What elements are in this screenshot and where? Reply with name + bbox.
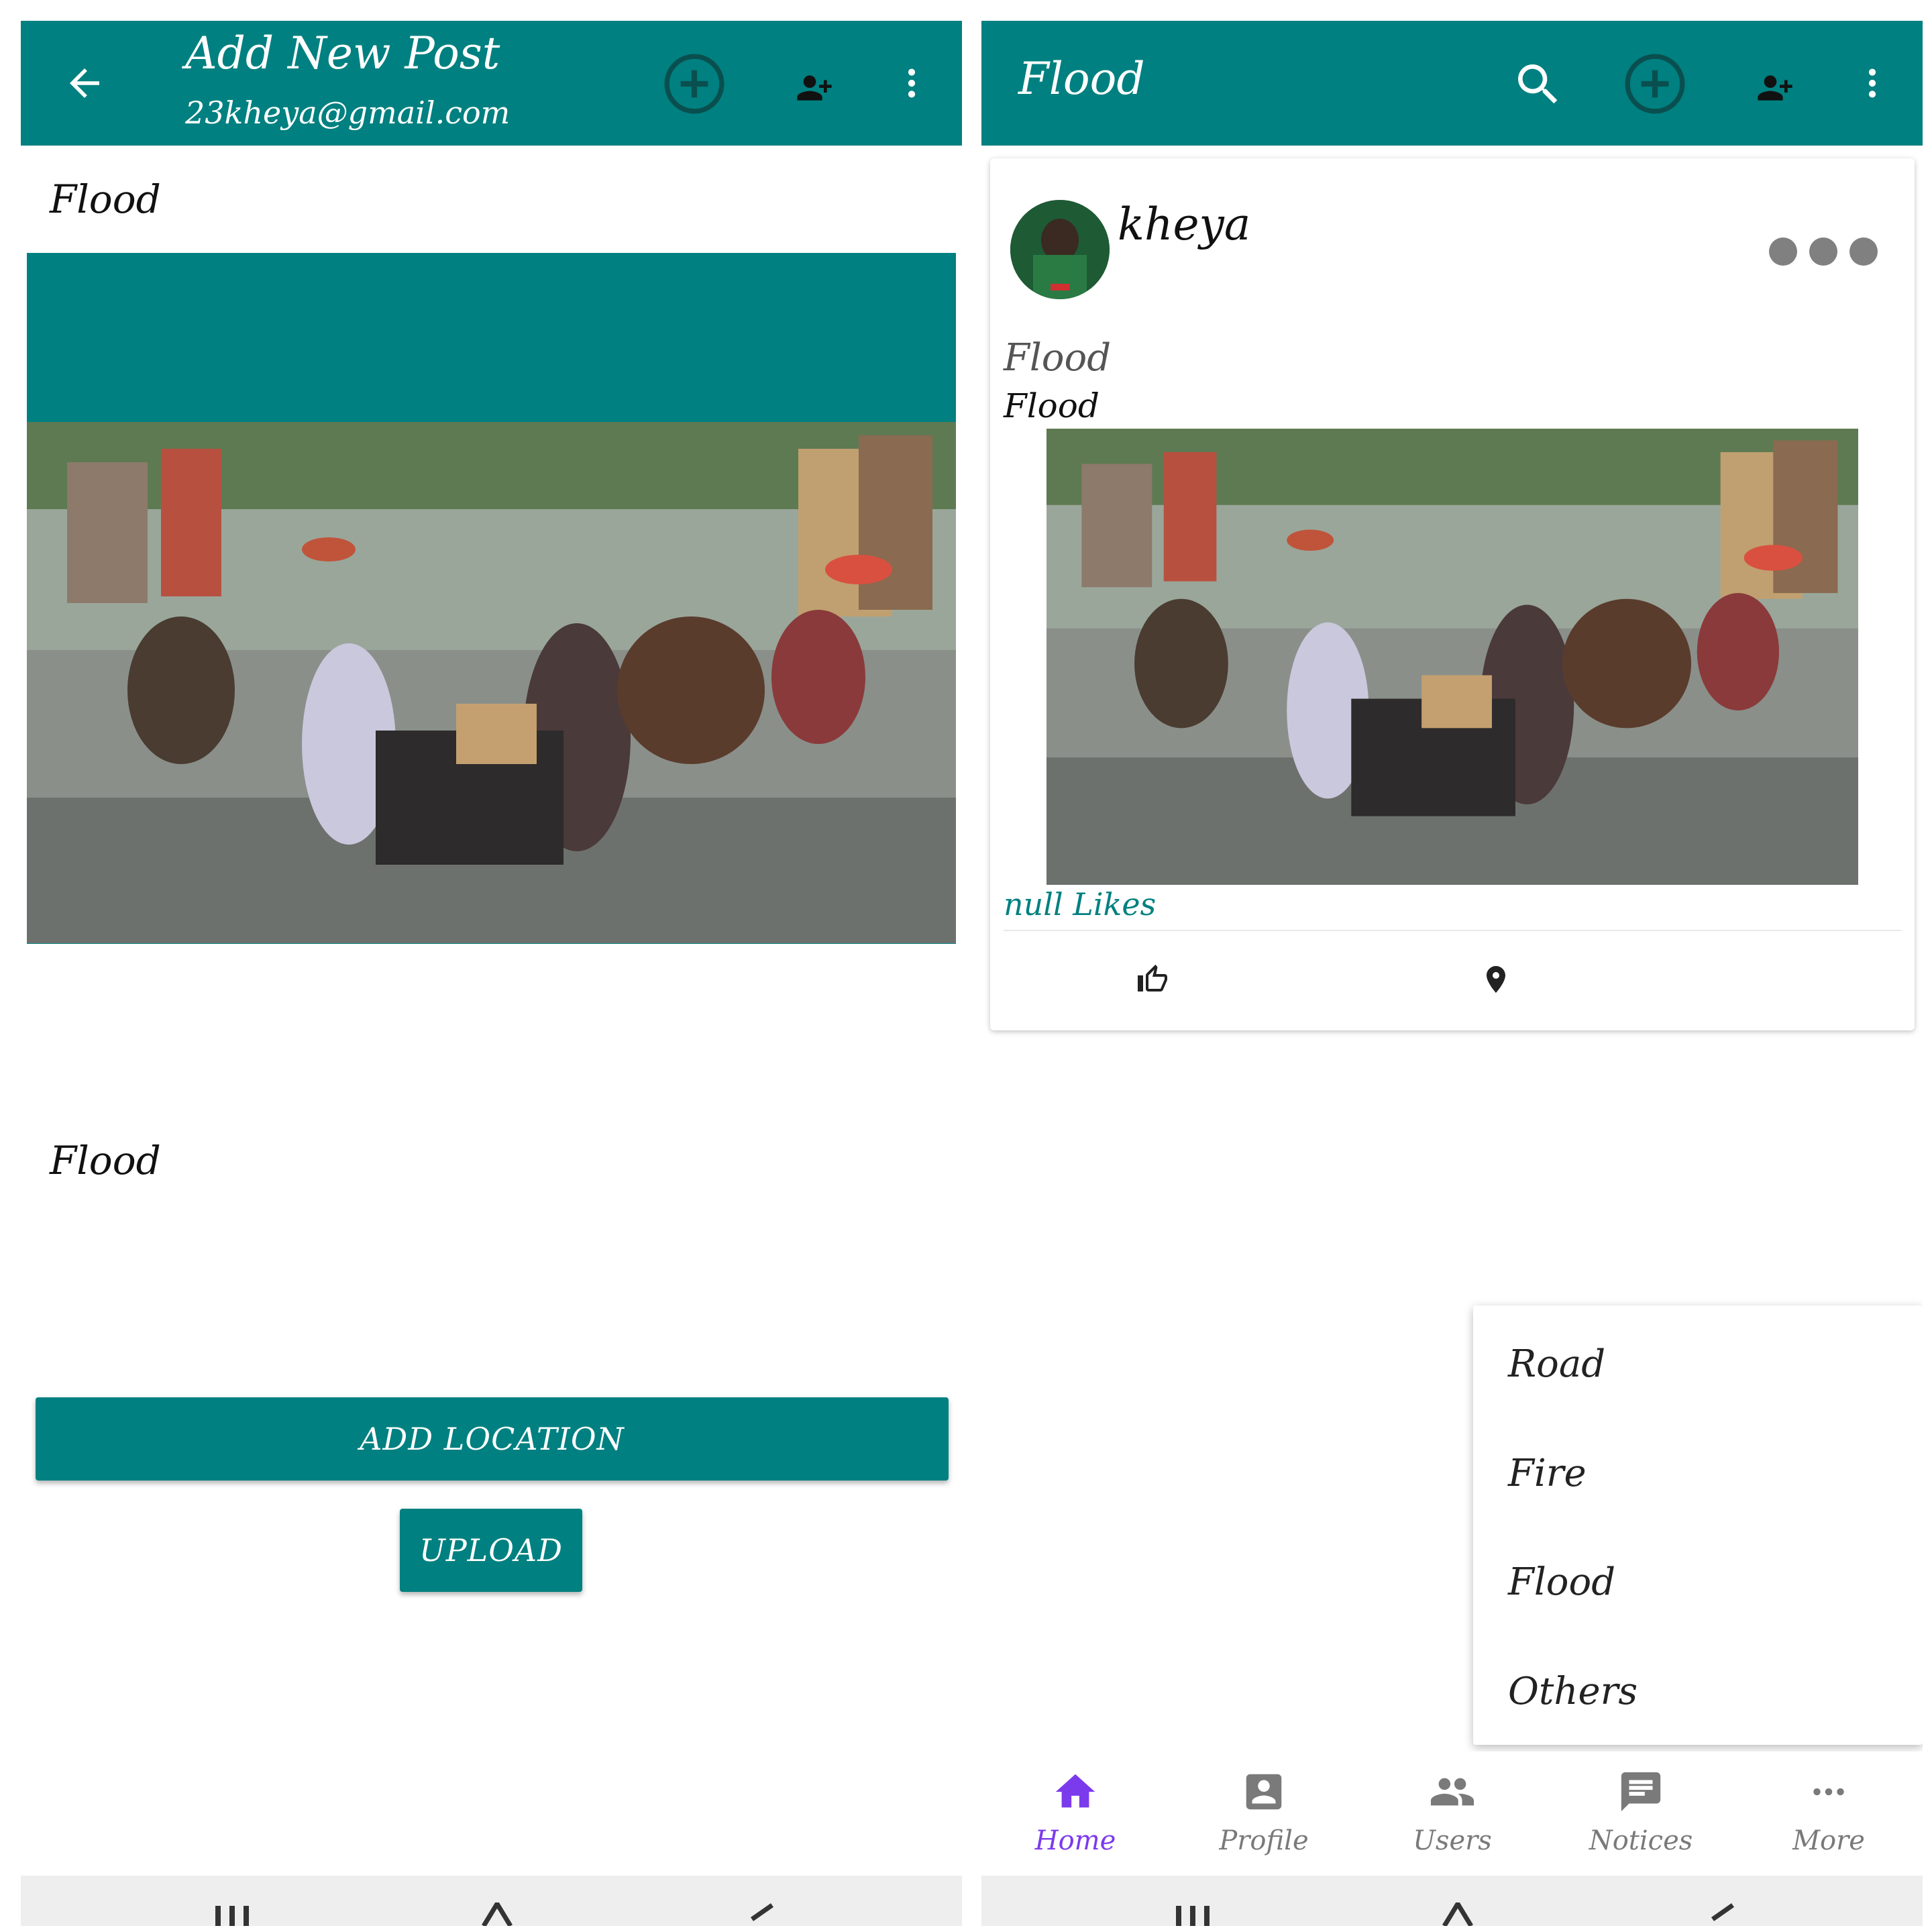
home-system-icon[interactable] xyxy=(480,1902,514,1926)
post-options-icon[interactable] xyxy=(1769,237,1878,266)
system-navigation-bar xyxy=(21,1876,962,1926)
post-username[interactable]: kheya xyxy=(1118,199,1250,250)
person-add-icon[interactable] xyxy=(796,69,833,107)
system-navigation-bar xyxy=(981,1876,1923,1926)
home-icon xyxy=(1055,1774,1095,1808)
nav-profile-label: Profile xyxy=(1219,1825,1309,1856)
nav-notices[interactable]: Notices xyxy=(1547,1752,1735,1876)
post-description: Flood xyxy=(1004,386,1099,425)
nav-more-label: More xyxy=(1792,1825,1865,1856)
back-system-icon[interactable] xyxy=(1706,1902,1739,1926)
likes-count: null Likes xyxy=(1004,886,1157,922)
post-card: kheya Flood Flood null Likes xyxy=(990,158,1915,1030)
nav-notices-label: Notices xyxy=(1589,1825,1693,1856)
like-icon[interactable] xyxy=(1136,963,1169,996)
more-vert-icon[interactable] xyxy=(893,64,930,102)
add-circle-icon[interactable] xyxy=(661,51,727,117)
bottom-navigation: Home Profile Users Notices More xyxy=(981,1752,1923,1876)
person-add-icon[interactable] xyxy=(1756,69,1794,107)
nav-more[interactable]: More xyxy=(1735,1752,1923,1876)
nav-home-label: Home xyxy=(1034,1825,1116,1856)
post-title: Flood xyxy=(1004,336,1112,380)
arrow-back-icon[interactable] xyxy=(62,61,107,105)
app-bar: Add New Post 23kheya@gmail.com xyxy=(21,21,962,146)
recent-apps-icon[interactable] xyxy=(212,1902,252,1926)
more-horiz-icon xyxy=(1813,1788,1844,1796)
nav-home[interactable]: Home xyxy=(981,1752,1169,1876)
page-title: Add New Post xyxy=(185,28,500,79)
more-vert-icon[interactable] xyxy=(1854,64,1891,102)
add-location-button[interactable]: ADD LOCATION xyxy=(36,1397,949,1481)
category-menu: Road Fire Flood Others xyxy=(1473,1305,1923,1745)
page-title: Flood xyxy=(1018,53,1145,105)
home-system-icon[interactable] xyxy=(1441,1902,1474,1926)
post-image[interactable] xyxy=(1046,429,1858,885)
feed-screen: Flood kheya Flood Flood null Likes Road … xyxy=(981,21,1923,1926)
menu-item-flood[interactable]: Flood xyxy=(1508,1560,1615,1604)
location-pin-icon[interactable] xyxy=(1480,963,1512,996)
users-icon xyxy=(1430,1778,1474,1806)
image-picker[interactable] xyxy=(27,253,956,944)
menu-item-fire[interactable]: Fire xyxy=(1508,1452,1587,1495)
menu-item-others[interactable]: Others xyxy=(1508,1670,1638,1713)
flood-photo xyxy=(27,422,956,943)
nav-users[interactable]: Users xyxy=(1358,1752,1546,1876)
notices-icon xyxy=(1621,1772,1661,1812)
divider xyxy=(1004,930,1901,931)
post-description-field[interactable]: Flood xyxy=(50,1138,161,1183)
search-icon[interactable] xyxy=(1511,58,1565,111)
recent-apps-icon[interactable] xyxy=(1173,1902,1213,1926)
profile-icon xyxy=(1246,1774,1282,1810)
upload-button[interactable]: UPLOAD xyxy=(400,1509,582,1592)
add-post-screen: Add New Post 23kheya@gmail.com Flood Flo… xyxy=(21,21,962,1926)
app-bar: Flood xyxy=(981,21,1923,146)
add-circle-icon[interactable] xyxy=(1622,51,1688,117)
menu-item-road[interactable]: Road xyxy=(1508,1342,1605,1386)
post-title-field[interactable]: Flood xyxy=(50,176,161,222)
nav-profile[interactable]: Profile xyxy=(1170,1752,1358,1876)
nav-users-label: Users xyxy=(1413,1825,1492,1856)
avatar[interactable] xyxy=(1010,200,1110,299)
user-email: 23kheya@gmail.com xyxy=(185,95,511,131)
back-system-icon[interactable] xyxy=(745,1902,779,1926)
